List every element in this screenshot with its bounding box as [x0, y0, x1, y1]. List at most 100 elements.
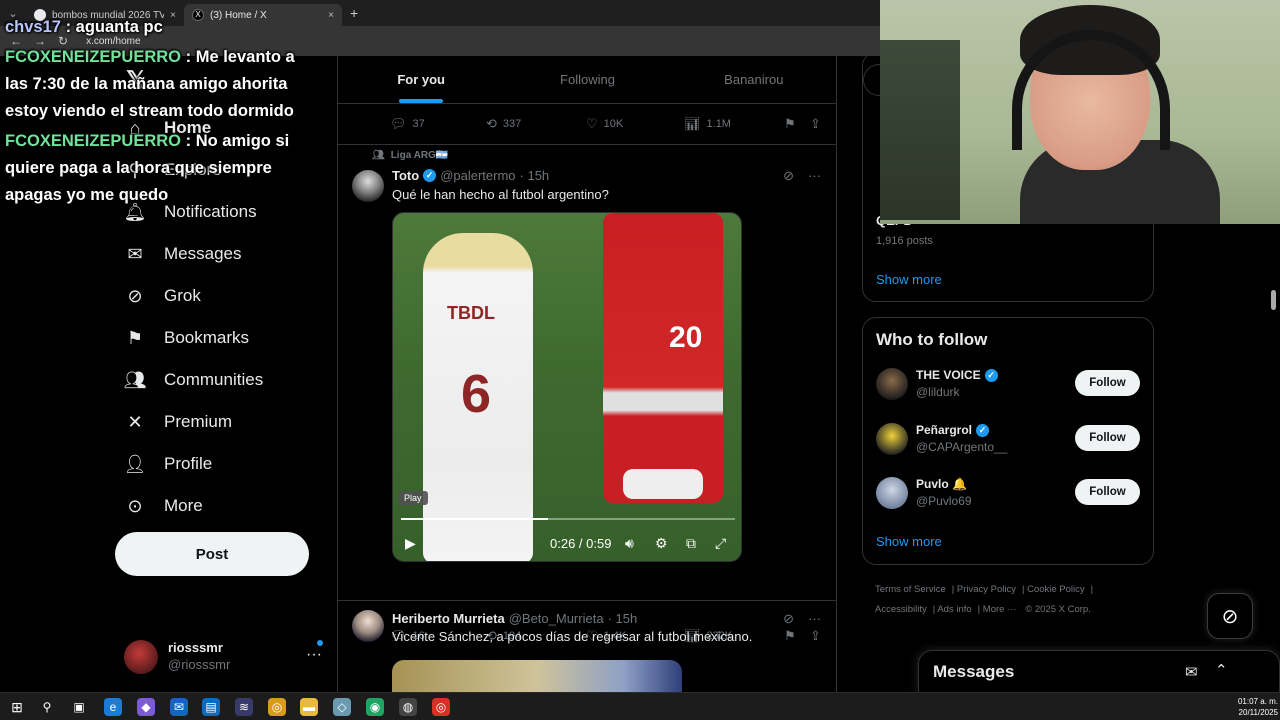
context-label: Liga ARG🇦🇷 [390, 150, 449, 161]
grok-icon[interactable]: ⊘ [783, 168, 794, 184]
search-icon[interactable]: ⚲ [38, 698, 56, 716]
follow-button[interactable]: Follow [1075, 370, 1140, 396]
tweet-time[interactable]: · 15h [520, 168, 550, 183]
nav-item-label: Messages [164, 244, 242, 263]
user-icon: 👤︎ [123, 453, 147, 474]
chrome-icon[interactable]: ◎ [268, 698, 286, 716]
app-icon[interactable]: ◍ [399, 698, 417, 716]
post-button[interactable]: Post [115, 532, 309, 576]
tab-for-you[interactable]: For you [338, 56, 504, 103]
video-progress-bar[interactable] [401, 518, 735, 520]
share-button[interactable]: ⇪ [810, 116, 821, 132]
folder-icon[interactable]: ▬ [300, 698, 318, 716]
new-tab-button[interactable]: + [350, 5, 358, 21]
fullscreen-icon[interactable]: ⤢ [715, 535, 726, 552]
avatar[interactable] [352, 170, 384, 202]
messages-drawer[interactable]: Messages ✉ ⌃ [918, 650, 1280, 694]
suggestion-name: THE VOICE ✓ [916, 368, 998, 382]
jersey-number: 6 [461, 364, 492, 424]
people-icon: 👥︎ [123, 369, 147, 390]
x-icon: ✕ [127, 411, 143, 432]
trend-count: 1,916 posts [876, 235, 933, 247]
nav-item-communities[interactable]: 👥︎ Communities [123, 360, 264, 400]
tweet[interactable]: 👥︎ Liga ARG🇦🇷 Toto ✓ @palertermo · 15h ⊘ … [338, 150, 836, 643]
system-clock[interactable]: 01:07 a. m. 20/11/2025 [1228, 696, 1278, 718]
show-more-link[interactable]: Show more [876, 534, 942, 549]
reply-count: 37 [412, 118, 425, 130]
app-icon[interactable]: ≋ [235, 698, 253, 716]
expand-icon[interactable]: ⌃ [1215, 661, 1228, 679]
nav-item-profile[interactable]: 👤︎ Profile [123, 444, 213, 484]
more-dots-icon[interactable]: ··· [808, 168, 821, 184]
copilot-icon[interactable]: ◆ [137, 698, 155, 716]
tweet-media[interactable] [392, 660, 682, 692]
reply-button[interactable]: 💬︎ 37 [390, 116, 425, 132]
follow-suggestion[interactable]: THE VOICE ✓ @lildurk Follow [876, 368, 1142, 404]
account-switcher[interactable]: riosssmr @riosssmr ··· [124, 640, 324, 674]
like-button[interactable]: ♡ 10K [586, 116, 623, 132]
app-icon[interactable]: ◉ [366, 698, 384, 716]
chat-username: FCOXENEIZEPUERRO [5, 48, 182, 66]
clock-time: 01:07 a. m. [1237, 697, 1278, 706]
nav-item-grok[interactable]: ⊘ Grok [124, 276, 200, 316]
picture-in-picture-icon[interactable]: ⧉ [686, 535, 696, 552]
scrollbar[interactable] [1271, 290, 1276, 310]
footer-link[interactable]: Terms of Service [875, 584, 946, 595]
author-name[interactable]: Toto [392, 168, 419, 183]
tab-following[interactable]: Following [504, 56, 670, 103]
chat-message: FCOXENEIZEPUERRO : No amigo si quiere pa… [0, 128, 300, 209]
mail-app-icon[interactable]: ✉ [170, 698, 188, 716]
chrome-icon[interactable]: ◎ [432, 698, 450, 716]
author-name[interactable]: Heriberto Murrieta [392, 611, 505, 626]
play-icon[interactable]: ▶ [405, 535, 416, 552]
windows-start-icon[interactable]: ⊞ [8, 698, 26, 716]
views-button[interactable]: 📊︎ 1.1M [684, 116, 731, 132]
footer-link[interactable]: Cookie Policy [1027, 584, 1085, 595]
bookmark-button[interactable]: ⚑ [784, 116, 796, 132]
avatar[interactable] [352, 610, 384, 642]
tweet[interactable]: Heriberto Murrieta @Beto_Murrieta · 15h … [338, 606, 836, 692]
follow-suggestion[interactable]: Peñargrol ✓ @CAPArgento__ Follow [876, 423, 1142, 459]
nav-item-premium[interactable]: ✕ Premium [124, 402, 232, 442]
author-handle[interactable]: @palertermo [440, 168, 515, 183]
tweet-time[interactable]: · 15h [608, 611, 638, 626]
follow-suggestion[interactable]: Puvlo 🔔 @Puvlo69 Follow [876, 477, 1142, 513]
repost-button[interactable]: ⟲ 337 [486, 116, 521, 132]
stream-chat-overlay: chvs17 : aguanta pc FCOXENEIZEPUERRO : M… [0, 14, 300, 209]
account-name: riosssmr [168, 640, 223, 655]
nav-item-more[interactable]: ⊙ More [124, 486, 202, 526]
tweet-menu: ⊘ ··· [783, 611, 821, 627]
footer-link[interactable]: More ··· [983, 604, 1017, 615]
nav-item-messages[interactable]: ✉ Messages [124, 234, 241, 274]
nav-item-bookmarks[interactable]: ⚑ Bookmarks [124, 318, 249, 358]
tab-bananirou[interactable]: Bananirou [671, 56, 836, 103]
close-tab-icon[interactable]: × [328, 10, 334, 21]
volume-icon[interactable]: 🔊︎ [625, 535, 634, 552]
footer-link[interactable]: Privacy Policy [957, 584, 1016, 595]
follow-button[interactable]: Follow [1075, 479, 1140, 505]
grok-icon[interactable]: ⊘ [783, 611, 794, 627]
task-view-icon[interactable]: ▣ [70, 698, 88, 716]
clock-date: 20/11/2025 [1238, 708, 1278, 717]
edge-icon[interactable]: e [104, 698, 122, 716]
notification-dot [317, 640, 323, 646]
more-dots-icon: ··· [306, 646, 322, 663]
taskbar: ⊞ ⚲ ▣ e ◆ ✉ ▤ ≋ ◎ ▬ ◇ ◉ ◍ ◎ 01:07 a. m. … [0, 692, 1280, 720]
jersey-text: TBDL [447, 303, 495, 323]
store-icon[interactable]: ▤ [202, 698, 220, 716]
nav-item-label: Profile [164, 454, 213, 473]
verified-icon: ✓ [976, 423, 990, 437]
author-handle[interactable]: @Beto_Murrieta [509, 611, 604, 626]
video-player[interactable]: TBDL 6 20 Play ▶ 0:26 / 0:59 🔊︎ ⚙ ⧉ ⤢ [392, 212, 742, 562]
grok-floating-button[interactable]: ⊘ [1207, 593, 1253, 639]
new-message-icon[interactable]: ✉ [1185, 663, 1198, 681]
footer-link[interactable]: Accessibility [875, 604, 927, 615]
footer-link[interactable]: Ads info [937, 604, 971, 615]
more-dots-icon[interactable]: ··· [808, 611, 821, 627]
settings-icon[interactable]: ⚙ [655, 535, 668, 552]
tab-label: Following [560, 72, 615, 87]
tweet-text: Qué le han hecho al futbol argentino? [392, 187, 609, 202]
app-icon[interactable]: ◇ [333, 698, 351, 716]
follow-button[interactable]: Follow [1075, 425, 1140, 451]
show-more-link[interactable]: Show more [876, 272, 942, 287]
